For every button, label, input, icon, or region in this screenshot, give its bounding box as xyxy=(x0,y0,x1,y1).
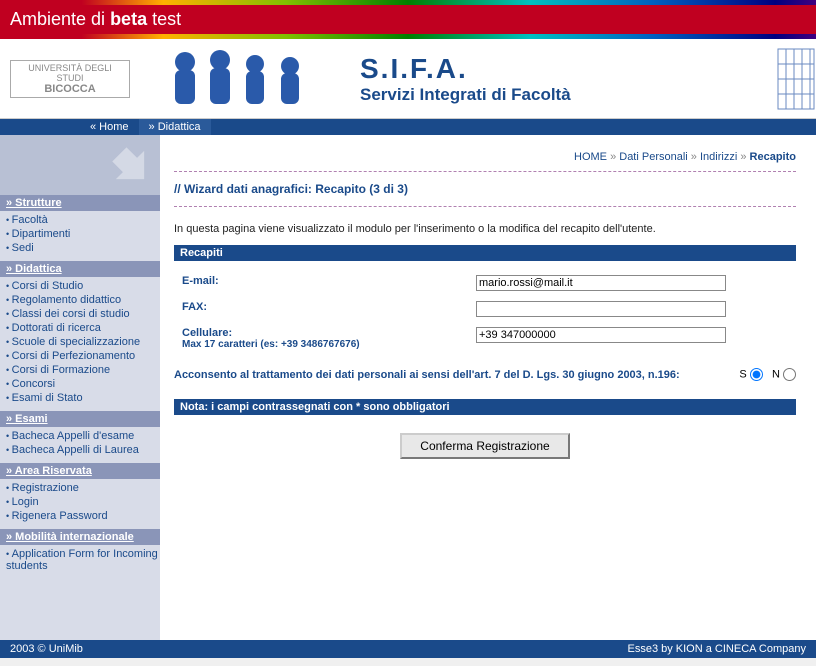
footer: 2003 © UniMib Esse3 by KION a CINECA Com… xyxy=(0,640,816,658)
sifa-title-block: S.I.F.A. Servizi Integrati di Facoltà xyxy=(360,53,571,105)
form-table: E-mail: FAX: Cellulare: Max 17 caratteri… xyxy=(174,269,796,356)
sidebar-item[interactable]: Facoltà xyxy=(4,213,160,227)
sidebar-item-link[interactable]: Regolamento didattico xyxy=(12,294,121,306)
sidebar-item[interactable]: Registrazione xyxy=(4,481,160,495)
university-logo: UNIVERSITÀ DEGLI STUDI BICOCCA xyxy=(0,39,140,118)
sidebar-item[interactable]: Esami di Stato xyxy=(4,391,160,405)
env-suffix: test xyxy=(147,9,181,29)
sidebar-item-link[interactable]: Facoltà xyxy=(12,214,48,226)
sidebar-item-link[interactable]: Scuole di specializzazione xyxy=(12,336,140,348)
sidebar-item-link[interactable]: Dipartimenti xyxy=(12,228,71,240)
breadcrumb-current: Recapito xyxy=(750,151,796,163)
fax-field[interactable] xyxy=(476,301,726,317)
email-label: E-mail: xyxy=(176,271,468,295)
sidebar-item[interactable]: Rigenera Password xyxy=(4,509,160,523)
header-center: S.I.F.A. Servizi Integrati di Facoltà xyxy=(140,39,776,118)
nav-didattica[interactable]: » Didattica xyxy=(139,119,211,135)
row-fax: FAX: xyxy=(176,297,794,321)
sidebar-item[interactable]: Regolamento didattico xyxy=(4,293,160,307)
sifa-title: S.I.F.A. xyxy=(360,53,571,85)
sidebar-section-head: » Didattica xyxy=(0,261,160,277)
sidebar-section-head: » Mobilità internazionale xyxy=(0,529,160,545)
band-recapiti: Recapiti xyxy=(174,245,796,261)
sidebar-item-link[interactable]: Registrazione xyxy=(12,482,79,494)
sidebar-section-head: » Area Riservata xyxy=(0,463,160,479)
sidebar-item-link[interactable]: Rigenera Password xyxy=(12,510,108,522)
sidebar-item[interactable]: Sedi xyxy=(4,241,160,255)
dashed-separator xyxy=(174,206,796,207)
sidebar-item[interactable]: Classi dei corsi di studio xyxy=(4,307,160,321)
sidebar-item-link[interactable]: Sedi xyxy=(12,242,34,254)
sidebar-item-link[interactable]: Corsi di Studio xyxy=(12,280,84,292)
confirm-registration-button[interactable]: Conferma Registrazione xyxy=(400,433,569,459)
sidebar-item-link[interactable]: Corsi di Formazione xyxy=(12,364,110,376)
sidebar-item[interactable]: Bacheca Appelli di Laurea xyxy=(4,443,160,457)
breadcrumb-home[interactable]: HOME xyxy=(574,151,607,163)
arrow-down-right-icon xyxy=(110,145,150,185)
header: UNIVERSITÀ DEGLI STUDI BICOCCA S.I.F.A. … xyxy=(0,39,816,119)
sidebar: » Strutture Facoltà Dipartimenti Sedi » Dida… xyxy=(0,135,160,640)
breadcrumb-sep: » xyxy=(691,151,700,163)
nav-home[interactable]: « Home xyxy=(80,119,139,135)
content-area: HOME » Dati Personali » Indirizzi » Reca… xyxy=(160,135,816,640)
sidebar-item[interactable]: Dipartimenti xyxy=(4,227,160,241)
sidebar-item[interactable]: Corsi di Formazione xyxy=(4,363,160,377)
logo-line2: BICOCCA xyxy=(15,83,125,95)
breadcrumb-l2[interactable]: Indirizzi xyxy=(700,151,737,163)
consent-text: Acconsento al trattamento dei dati perso… xyxy=(174,369,739,381)
breadcrumb-l1[interactable]: Dati Personali xyxy=(619,151,687,163)
dashed-separator xyxy=(174,171,796,172)
cell-hint: Max 17 caratteri (es: +39 3486767676) xyxy=(182,339,462,350)
sidebar-item-link[interactable]: Esami di Stato xyxy=(12,392,83,404)
row-email: E-mail: xyxy=(176,271,794,295)
submit-row: Conferma Registrazione xyxy=(174,433,796,459)
sifa-subtitle: Servizi Integrati di Facoltà xyxy=(360,85,571,105)
sidebar-item[interactable]: Application Form for Incoming students xyxy=(4,547,160,573)
breadcrumb-sep: » xyxy=(610,151,619,163)
sidebar-item-link[interactable]: Application Form for Incoming students xyxy=(6,548,158,572)
sidebar-item-link[interactable]: Login xyxy=(12,496,39,508)
sidebar-item-link[interactable]: Classi dei corsi di studio xyxy=(12,308,130,320)
sidebar-item[interactable]: Scuole di specializzazione xyxy=(4,335,160,349)
consent-radio-group: S N xyxy=(739,368,796,381)
consent-radio-n[interactable] xyxy=(783,368,796,381)
sidebar-item-link[interactable]: Corsi di Perfezionamento xyxy=(12,350,136,362)
sidebar-item-link[interactable]: Bacheca Appelli di Laurea xyxy=(12,444,139,456)
breadcrumb: HOME » Dati Personali » Indirizzi » Reca… xyxy=(174,145,796,169)
sidebar-item[interactable]: Login xyxy=(4,495,160,509)
email-field[interactable] xyxy=(476,275,726,291)
intro-text: In questa pagina viene visualizzato il m… xyxy=(174,213,796,243)
cell-label: Cellulare: xyxy=(182,327,462,339)
arrow-decoration xyxy=(0,135,160,195)
consent-row: Acconsento al trattamento dei dati perso… xyxy=(174,368,796,381)
breadcrumb-sep: » xyxy=(740,151,749,163)
logo-line1: UNIVERSITÀ DEGLI STUDI xyxy=(15,63,125,83)
sidebar-item-link[interactable]: Concorsi xyxy=(12,378,55,390)
consent-radio-s[interactable] xyxy=(750,368,763,381)
sidebar-item[interactable]: Concorsi xyxy=(4,377,160,391)
sidebar-item-link[interactable]: Dottorati di ricerca xyxy=(12,322,101,334)
sidebar-item-link[interactable]: Bacheca Appelli d'esame xyxy=(12,430,135,442)
people-silhouette-icon xyxy=(160,44,330,114)
sidebar-item[interactable]: Dottorati di ricerca xyxy=(4,321,160,335)
sidebar-item[interactable]: Corsi di Perfezionamento xyxy=(4,349,160,363)
environment-banner: Ambiente di beta test xyxy=(0,5,816,34)
building-icon xyxy=(776,39,816,118)
top-nav: « Home » Didattica xyxy=(0,119,816,135)
env-bold: beta xyxy=(110,9,147,29)
consent-n-label: N xyxy=(772,368,780,380)
sidebar-item[interactable]: Bacheca Appelli d'esame xyxy=(4,429,160,443)
footer-right: Esse3 by KION a CINECA Company xyxy=(627,643,806,655)
fax-label: FAX: xyxy=(176,297,468,321)
band-note: Nota: i campi contrassegnati con * sono … xyxy=(174,399,796,415)
page-title: // Wizard dati anagrafici: Recapito (3 d… xyxy=(174,178,796,204)
env-prefix: Ambiente di xyxy=(10,9,110,29)
cell-field[interactable] xyxy=(476,327,726,343)
footer-left: 2003 © UniMib xyxy=(10,643,83,655)
sidebar-section-head: » Esami xyxy=(0,411,160,427)
sidebar-section-head: » Strutture xyxy=(0,195,160,211)
row-cellulare: Cellulare: Max 17 caratteri (es: +39 348… xyxy=(176,323,794,354)
consent-s-label: S xyxy=(739,368,746,380)
sidebar-item[interactable]: Corsi di Studio xyxy=(4,279,160,293)
